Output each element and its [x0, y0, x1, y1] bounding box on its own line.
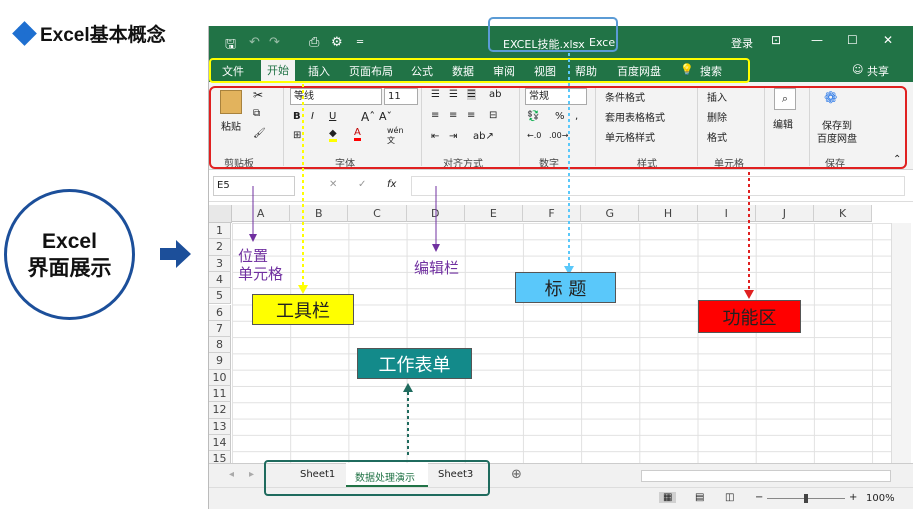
edit-bar-note: 编辑栏 — [414, 259, 460, 277]
title-label: 标 题 — [515, 272, 616, 303]
annotation-connectors — [249, 53, 754, 455]
position-note-line-1: 位置 — [238, 247, 269, 265]
toolbar-label: 工具栏 — [252, 294, 354, 325]
position-note-line-2: 单元格 — [238, 265, 284, 283]
worksheet-label: 工作表单 — [357, 348, 472, 379]
function-area-label: 功能区 — [698, 300, 801, 333]
position-cell-note: 位置 单元格 — [238, 247, 283, 283]
